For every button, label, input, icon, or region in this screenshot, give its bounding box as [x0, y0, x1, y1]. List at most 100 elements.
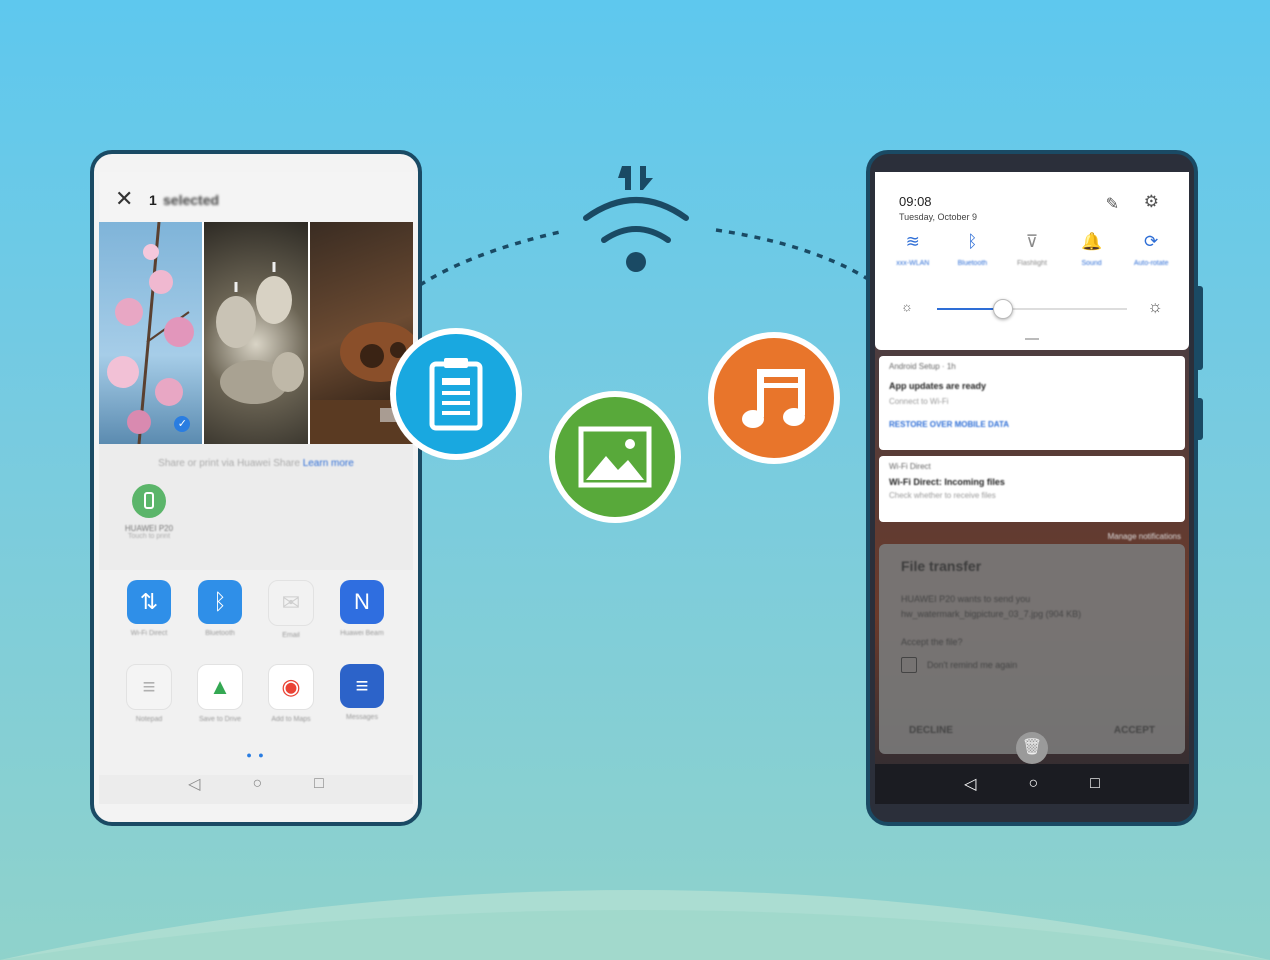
app-label: Wi-Fi Direct [130, 630, 168, 637]
back-icon[interactable]: ◁ [188, 774, 200, 794]
quick-tile-flashlight[interactable]: ⊽ Flashlight [1002, 232, 1062, 267]
phone-device-icon [132, 484, 166, 518]
app-label: Save to Drive [198, 716, 242, 723]
tile-icon: 🔔 [1080, 232, 1103, 251]
app-label: Add to Maps [271, 716, 311, 723]
notification-body: Check whether to receive files [889, 491, 996, 500]
brightness-low-icon: ☼ [901, 299, 913, 314]
tile-icon: ⊽ [1025, 232, 1039, 251]
selection-header: ✕ 1 selected [99, 172, 413, 222]
share-target-nfc[interactable]: N Huawei Beam [327, 580, 397, 637]
clock: 09:08 [899, 194, 932, 209]
trash-icon[interactable]: 🗑 [1016, 732, 1048, 764]
app-label: Notepad [135, 716, 163, 723]
notification-shade-screen: 09:08 Tuesday, October 9 ✎ ⚙ ≋ xxx-WLAN ᛒ B… [875, 172, 1189, 804]
quick-tile-xxx-wlan[interactable]: ≋ xxx-WLAN [883, 232, 943, 267]
app-label: Messages [346, 714, 378, 721]
edit-icon[interactable]: ✎ [1106, 194, 1119, 214]
document-icon [429, 358, 483, 431]
receiver-phone: 09:08 Tuesday, October 9 ✎ ⚙ ≋ xxx-WLAN ᛒ B… [866, 150, 1198, 826]
manage-notifications-link[interactable]: Manage notifications [1108, 532, 1181, 541]
share-target-bluetooth[interactable]: ᛒ Bluetooth [185, 580, 255, 637]
wifi-signal-icon [583, 197, 689, 243]
dialog-file-name: hw_watermark_bigpicture_03_7.jpg (904 KB… [901, 609, 1082, 620]
app-label: Bluetooth [205, 630, 235, 637]
notification-action-button[interactable]: RESTORE OVER MOBILE DATA [889, 420, 1175, 429]
brightness-track[interactable] [937, 299, 1127, 319]
dialog-title: File transfer [901, 558, 982, 574]
recent-apps-icon[interactable]: □ [1090, 775, 1100, 793]
home-icon[interactable]: ○ [1028, 775, 1038, 793]
tile-icon: ᛒ [967, 232, 978, 251]
app-label: Huawei Beam [340, 630, 384, 637]
photo-thumbnail-silverware[interactable] [204, 222, 308, 444]
checkbox-label: Don't remind me again [927, 659, 1018, 670]
tile-label: Flashlight [1017, 260, 1047, 267]
checkbox[interactable] [901, 656, 917, 673]
photo-thumbnail-magnolia[interactable]: ✓ [99, 222, 203, 444]
silverware-image [216, 262, 305, 404]
close-icon[interactable]: ✕ [115, 188, 133, 210]
dialog-message: HUAWEI P20 wants to send you hw_watermar… [901, 592, 1163, 623]
tile-icon: ⟳ [1144, 232, 1159, 251]
selected-count: 1 [149, 192, 157, 208]
home-icon[interactable]: ○ [252, 775, 262, 793]
share-target-wifi-direct[interactable]: ⇅ Wi-Fi Direct [114, 580, 184, 637]
scene: ✕ 1 selected ✓ Share or print via Huawei… [0, 0, 1270, 960]
quick-tile-bluetooth[interactable]: ᛒ Bluetooth [943, 232, 1003, 267]
messages-icon: ≡ [340, 664, 384, 708]
music-badge [708, 332, 840, 464]
share-target-google-drive[interactable]: ▲ Save to Drive [185, 664, 255, 723]
data-transfer-arrows-icon [618, 166, 653, 190]
page-indicator: ● ● [246, 750, 266, 760]
notification-title: Wi-Fi Direct: Incoming files [889, 477, 1005, 487]
share-target-messages[interactable]: ≡ Messages [327, 664, 397, 721]
tile-label: Bluetooth [957, 260, 988, 267]
decline-button[interactable]: DECLINE [909, 725, 953, 736]
bluetooth-icon: ᛒ [198, 580, 242, 624]
brightness-high-icon: ☼ [1147, 297, 1163, 316]
image-icon [578, 426, 652, 488]
tile-label: Sound [1081, 260, 1102, 267]
notification-title: App updates are ready [889, 381, 987, 391]
date: Tuesday, October 9 [899, 212, 978, 222]
brightness-slider[interactable]: ☼ ☼ [899, 297, 1165, 319]
notepad-icon: ≡ [126, 664, 172, 710]
share-target-email[interactable]: ✉ Email [256, 580, 326, 639]
device-name: HUAWEI P20 [124, 524, 174, 533]
tile-icon: ≋ [905, 232, 920, 251]
tile-label: Auto-rotate [1133, 260, 1169, 267]
image-badge [549, 391, 681, 523]
nav-bar: ◁ ○ □ [99, 764, 413, 804]
side-button-volume [1198, 286, 1203, 370]
tile-label: xxx-WLAN [896, 260, 930, 267]
share-hint-text: Share or print via Huawei Share [158, 458, 300, 469]
music-note-icon [742, 369, 805, 428]
dont-remind-checkbox-row[interactable]: Don't remind me again [901, 656, 1163, 673]
share-target-google-maps[interactable]: ◉ Add to Maps [256, 664, 326, 723]
brightness-thumb[interactable] [992, 299, 1013, 319]
notification-app: Android Setup · 1h [889, 362, 956, 371]
learn-more-link[interactable]: Learn more [303, 458, 354, 469]
back-icon[interactable]: ◁ [964, 774, 976, 794]
nearby-device[interactable]: HUAWEI P20 Touch to print [119, 484, 179, 540]
document-badge [390, 328, 522, 460]
accept-button[interactable]: ACCEPT [1114, 725, 1155, 736]
recent-apps-icon[interactable]: □ [314, 775, 324, 793]
quick-settings-panel: 09:08 Tuesday, October 9 ✎ ⚙ ≋ xxx-WLAN ᛒ B… [875, 172, 1189, 350]
nfc-icon: N [340, 580, 384, 624]
device-subtitle: Touch to print [127, 533, 171, 540]
gear-icon[interactable]: ⚙ [1144, 192, 1159, 212]
side-button-power [1198, 398, 1203, 440]
share-target-notepad[interactable]: ≡ Notepad [114, 664, 184, 723]
notification-android-setup[interactable]: Android Setup · 1h App updates are ready… [879, 356, 1185, 450]
dialog-question: Accept the file? [901, 636, 963, 647]
photo-strip: ✓ [99, 222, 413, 444]
dialog-message-line: HUAWEI P20 wants to send you [901, 594, 1031, 604]
drag-handle[interactable] [1025, 338, 1039, 340]
share-hint: Share or print via Huawei Share Learn mo… [99, 458, 413, 469]
notification-wifi-direct[interactable]: Wi-Fi Direct Wi-Fi Direct: Incoming file… [879, 456, 1185, 522]
nav-bar: ◁ ○ □ [875, 764, 1189, 804]
quick-tile-sound[interactable]: 🔔 Sound [1062, 232, 1122, 267]
quick-tile-auto-rotate[interactable]: ⟳ Auto-rotate [1121, 232, 1181, 267]
